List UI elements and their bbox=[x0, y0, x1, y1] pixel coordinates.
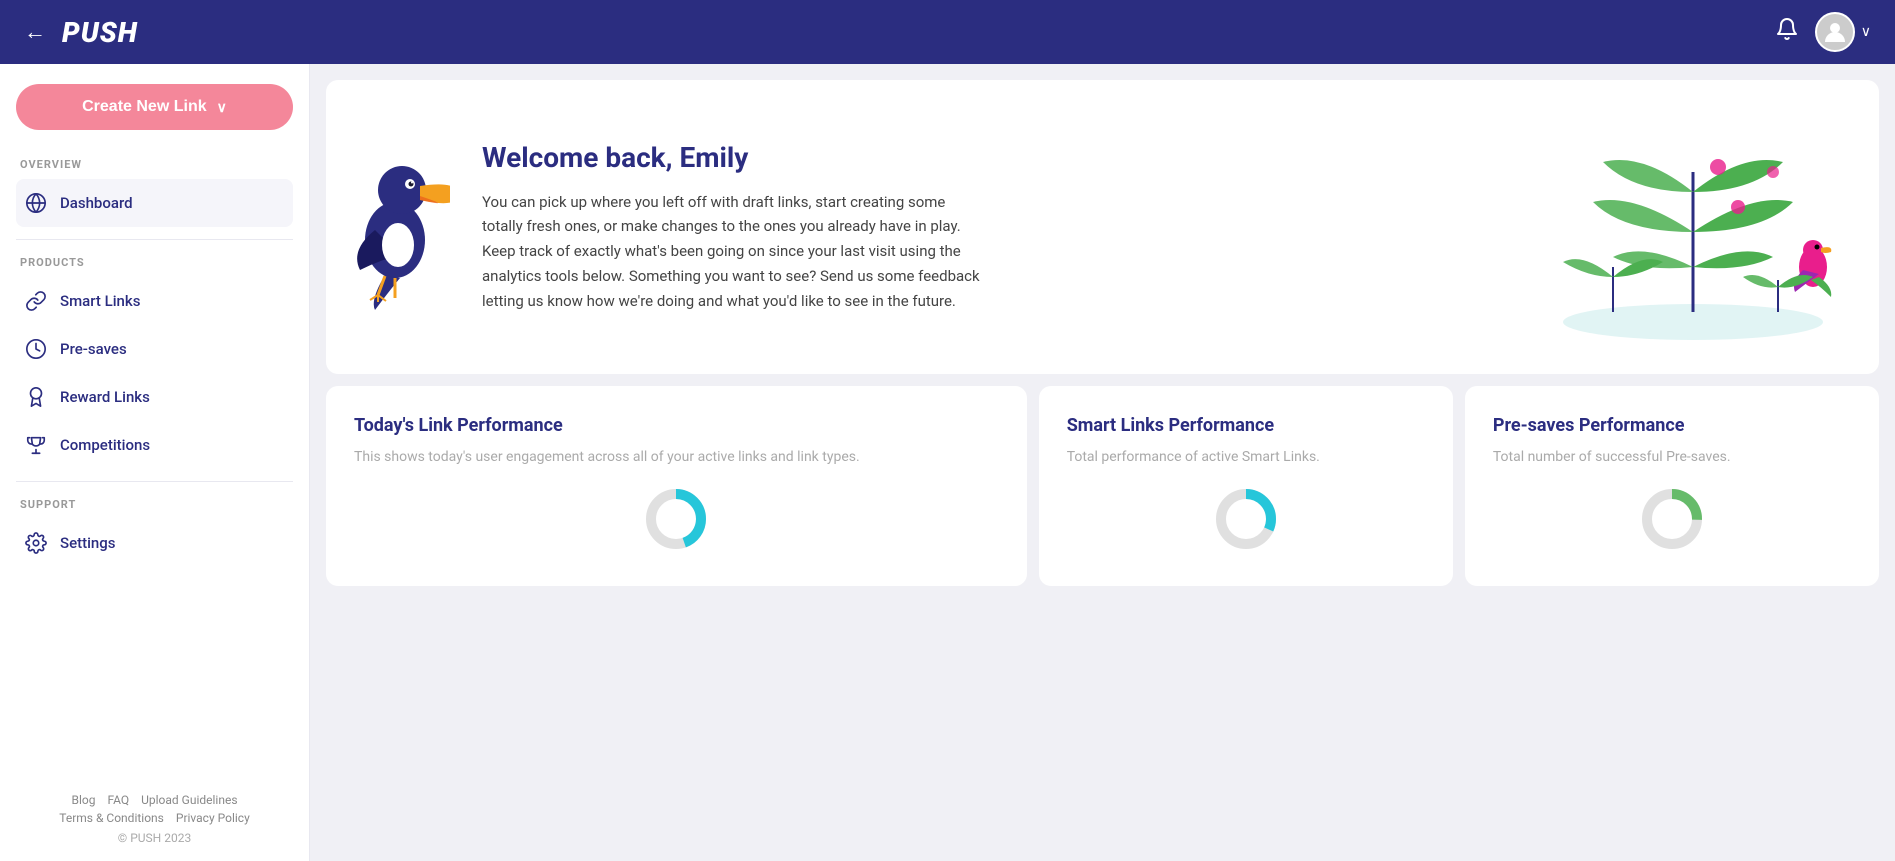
welcome-title: Welcome back, Emily bbox=[482, 141, 982, 174]
globe-icon bbox=[24, 191, 48, 215]
card-title-todays: Today's Link Performance bbox=[354, 414, 999, 437]
top-navigation: ← PUSH ∨ bbox=[0, 0, 1895, 64]
link-icon bbox=[24, 289, 48, 313]
trophy-icon bbox=[24, 433, 48, 457]
create-button-chevron-icon: ∨ bbox=[217, 99, 227, 116]
create-new-link-button[interactable]: Create New Link ∨ bbox=[16, 84, 293, 130]
sidebar-item-pre-saves[interactable]: Pre-saves bbox=[16, 325, 293, 373]
section-label-support: SUPPORT bbox=[16, 498, 293, 511]
section-label-overview: OVERVIEW bbox=[16, 158, 293, 171]
back-button[interactable]: ← bbox=[24, 19, 46, 45]
sidebar-item-smart-links[interactable]: Smart Links bbox=[16, 277, 293, 325]
logo: PUSH bbox=[62, 16, 138, 49]
footer-links: Blog FAQ Upload Guidelines Terms & Condi… bbox=[16, 793, 293, 825]
welcome-banner: Welcome back, Emily You can pick up wher… bbox=[326, 80, 1879, 374]
card-subtitle-pre-saves: Total number of successful Pre-saves. bbox=[1493, 447, 1851, 468]
sidebar-item-label-dashboard: Dashboard bbox=[60, 194, 133, 212]
card-subtitle-smart-links: Total performance of active Smart Links. bbox=[1067, 447, 1425, 468]
divider bbox=[16, 239, 293, 240]
toucan-illustration bbox=[340, 90, 450, 314]
sidebar-item-label-smart-links: Smart Links bbox=[60, 292, 140, 310]
sidebar-item-label-competitions: Competitions bbox=[60, 436, 150, 454]
user-avatar-button[interactable]: ∨ bbox=[1815, 12, 1871, 52]
cards-row: Today's Link Performance This shows toda… bbox=[326, 386, 1879, 586]
sidebar-footer: Blog FAQ Upload Guidelines Terms & Condi… bbox=[16, 777, 293, 845]
sidebar-item-settings[interactable]: Settings bbox=[16, 519, 293, 567]
footer-link-terms[interactable]: Terms & Conditions bbox=[59, 811, 164, 825]
gear-icon bbox=[24, 531, 48, 555]
sidebar-item-dashboard[interactable]: Dashboard bbox=[16, 179, 293, 227]
card-todays-performance: Today's Link Performance This shows toda… bbox=[326, 386, 1027, 586]
sidebar: Create New Link ∨ OVERVIEW Dashboard PRO… bbox=[0, 64, 310, 861]
chart-area-smart-links bbox=[1067, 484, 1425, 554]
copyright-text: © PUSH 2023 bbox=[16, 831, 293, 845]
badge-icon bbox=[24, 385, 48, 409]
footer-link-blog[interactable]: Blog bbox=[71, 793, 95, 807]
sidebar-item-competitions[interactable]: Competitions bbox=[16, 421, 293, 469]
circle-clock-icon bbox=[24, 337, 48, 361]
sidebar-item-label-pre-saves: Pre-saves bbox=[60, 340, 127, 358]
section-label-products: PRODUCTS bbox=[16, 256, 293, 269]
avatar bbox=[1815, 12, 1855, 52]
card-pre-saves: Pre-saves Performance Total number of su… bbox=[1465, 386, 1879, 586]
sidebar-item-label-reward-links: Reward Links bbox=[60, 388, 150, 406]
footer-link-upload-guidelines[interactable]: Upload Guidelines bbox=[141, 793, 237, 807]
card-title-smart-links: Smart Links Performance bbox=[1067, 414, 1425, 437]
card-subtitle-todays: This shows today's user engagement acros… bbox=[354, 447, 999, 468]
card-title-pre-saves: Pre-saves Performance bbox=[1493, 414, 1851, 437]
divider-2 bbox=[16, 481, 293, 482]
notification-bell-icon[interactable] bbox=[1775, 17, 1799, 47]
main-content: Welcome back, Emily You can pick up wher… bbox=[310, 64, 1895, 861]
chart-area-todays bbox=[354, 484, 999, 554]
footer-link-faq[interactable]: FAQ bbox=[107, 793, 129, 807]
footer-link-privacy[interactable]: Privacy Policy bbox=[176, 811, 250, 825]
welcome-text-block: Welcome back, Emily You can pick up wher… bbox=[362, 141, 982, 314]
welcome-body-text: You can pick up where you left off with … bbox=[482, 190, 982, 314]
sidebar-item-reward-links[interactable]: Reward Links bbox=[16, 373, 293, 421]
chevron-down-icon: ∨ bbox=[1861, 24, 1871, 40]
main-layout: Create New Link ∨ OVERVIEW Dashboard PRO… bbox=[0, 64, 1895, 861]
tropical-illustration bbox=[1523, 112, 1843, 342]
create-button-label: Create New Link bbox=[82, 98, 206, 116]
sidebar-item-label-settings: Settings bbox=[60, 534, 116, 552]
card-smart-links: Smart Links Performance Total performanc… bbox=[1039, 386, 1453, 586]
chart-area-pre-saves bbox=[1493, 484, 1851, 554]
